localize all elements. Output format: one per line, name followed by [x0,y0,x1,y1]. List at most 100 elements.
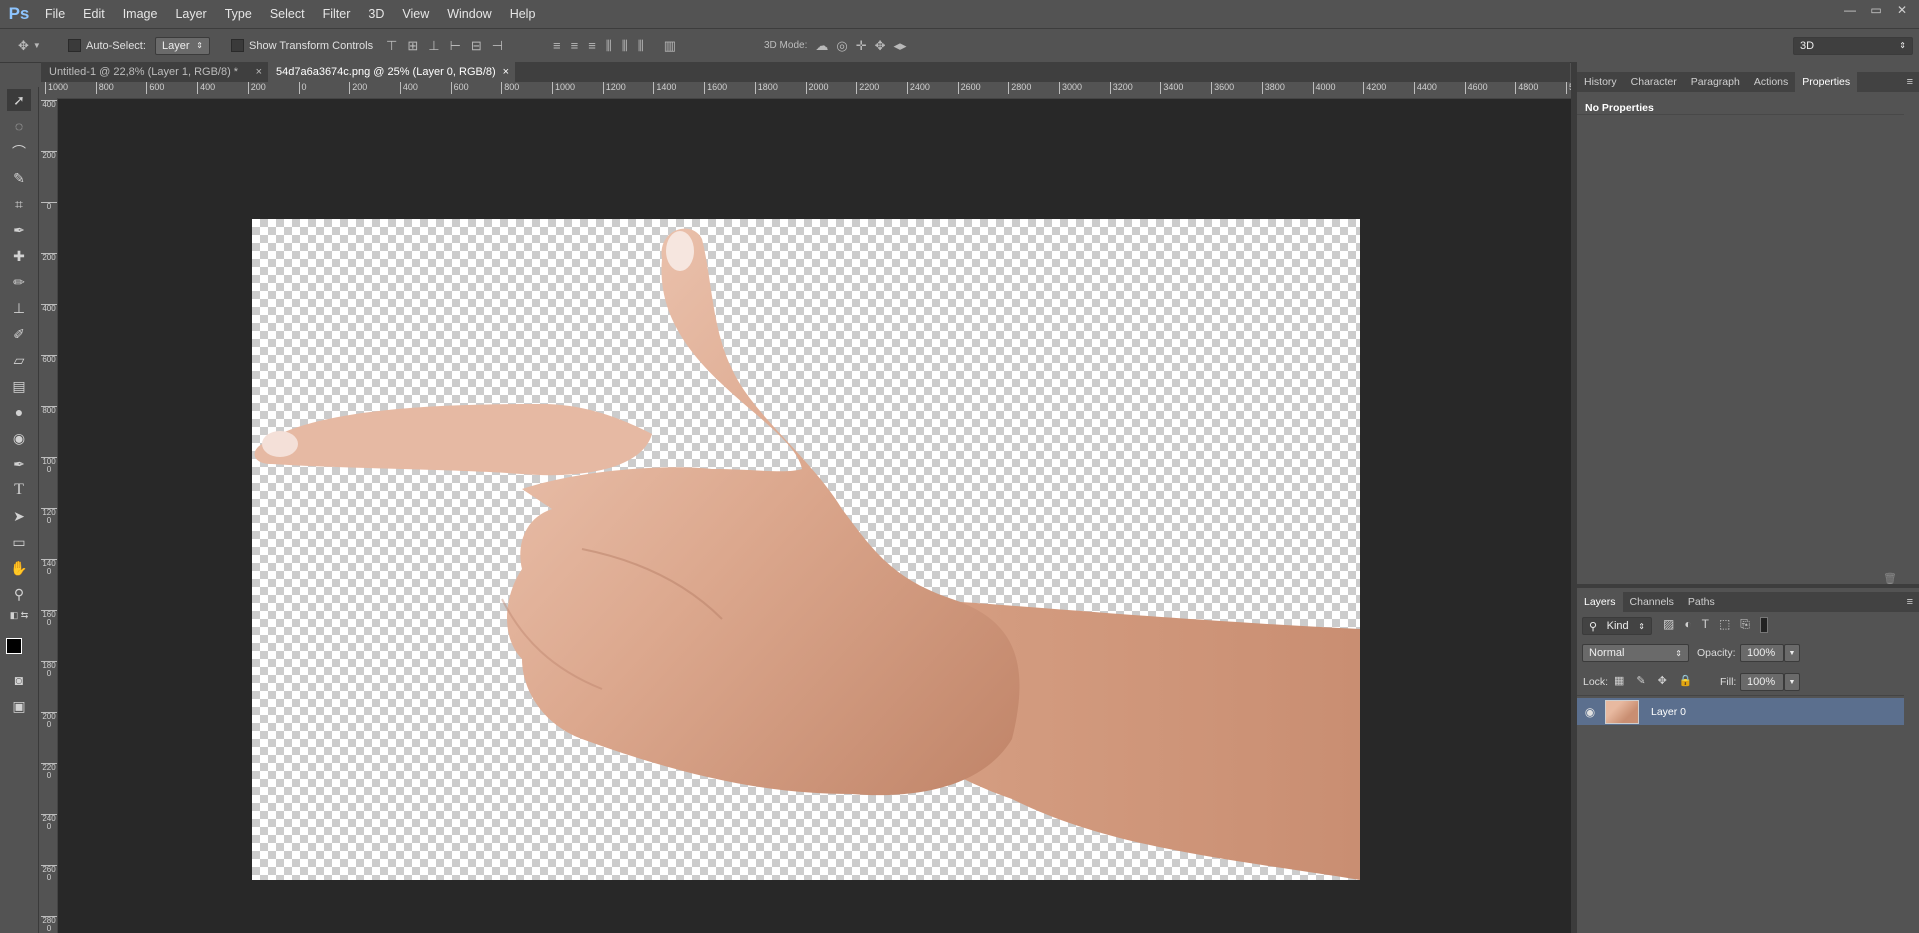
align-hcenter-icon[interactable]: ⊟ [471,38,482,54]
screen-mode-icon[interactable]: ▣ [7,695,31,717]
fill-slider-toggle[interactable]: ▼ [1784,673,1800,691]
auto-select-checkbox[interactable] [68,39,81,52]
horizontal-ruler[interactable]: 1000 800 600 400 200 0 200 400 600 800 1000 1200 140… [41,82,1571,99]
crop-tool-icon[interactable]: ⌗ [7,193,31,215]
menu-file[interactable]: File [36,0,74,28]
distribute-vcenter-icon[interactable]: ≡ [571,38,579,53]
dodge-tool-icon[interactable]: ◉ [7,427,31,449]
path-selection-tool-icon[interactable]: ➤ [7,505,31,527]
history-brush-tool-icon[interactable]: ✐ [7,323,31,345]
filter-pixel-icon[interactable]: ▨ [1663,617,1674,633]
minimize-button[interactable]: — [1839,2,1861,18]
tab-untitled-1[interactable]: Untitled-1 @ 22,8% (Layer 1, RGB/8) * × [41,62,268,82]
filter-toggle-icon[interactable] [1759,617,1768,633]
show-transform-checkbox[interactable] [231,39,244,52]
hand-tool-icon[interactable]: ✋ [7,557,31,579]
lock-transparent-icon[interactable]: ▦ [1614,674,1624,687]
auto-select-target[interactable]: Layer ⇕ [155,29,210,62]
panel-menu-icon[interactable]: ≡ [1907,76,1913,88]
move-tool-icon[interactable]: ➚ [7,89,31,111]
close-icon[interactable]: × [503,62,509,82]
healing-brush-tool-icon[interactable]: ✚ [7,245,31,267]
fill-field[interactable]: 100% [1740,673,1784,691]
eraser-tool-icon[interactable]: ▱ [7,349,31,371]
tab-paragraph[interactable]: Paragraph [1684,72,1747,92]
lasso-tool-icon[interactable]: ⌒ [7,141,31,163]
zoom-tool-icon[interactable]: ⚲ [7,583,31,605]
menu-layer[interactable]: Layer [166,0,215,28]
vertical-ruler[interactable]: 400 200 0 200 400 600 800 1000 1200 1400 1600 1800 2… [41,98,58,933]
workspace-dropdown[interactable]: 3D ⇕ [1793,36,1913,55]
opacity-field[interactable]: 100% [1740,644,1784,662]
tab-history[interactable]: History [1577,72,1624,92]
document-canvas[interactable] [252,219,1360,880]
distribute-left-icon[interactable]: ⫼ [606,38,612,54]
align-bottom-icon[interactable]: ⊥ [428,38,439,54]
menu-window[interactable]: Window [438,0,500,28]
lock-all-icon[interactable]: 🔒 [1679,674,1693,687]
foreground-color-swatch[interactable] [6,638,22,654]
marquee-tool-icon[interactable]: ◌ [7,115,31,137]
close-icon[interactable]: × [256,62,262,82]
menu-3d[interactable]: 3D [359,0,393,28]
menu-edit[interactable]: Edit [74,0,114,28]
slide-3d-icon[interactable]: ✥ [875,38,886,54]
menu-image[interactable]: Image [114,0,167,28]
tab-properties[interactable]: Properties [1795,72,1858,92]
filter-adjustment-icon[interactable]: ◐ [1684,617,1691,633]
menu-type[interactable]: Type [216,0,261,28]
tab-actions[interactable]: Actions [1747,72,1795,92]
distribute-top-icon[interactable]: ≡ [553,38,561,53]
align-top-icon[interactable]: ⊤ [386,38,397,54]
quick-select-tool-icon[interactable]: ✎ [7,167,31,189]
blend-mode-dropdown[interactable]: Normal ⇕ [1582,644,1689,662]
close-button[interactable]: ✕ [1891,2,1913,18]
distribute-bottom-icon[interactable]: ≡ [588,38,596,53]
tab-character[interactable]: Character [1624,72,1684,92]
lock-position-icon[interactable]: ✥ [1658,674,1667,687]
distribute-hcenter-icon[interactable]: ⫼ [622,38,628,54]
workspace-switcher[interactable]: 3D ⇕ [1793,29,1913,62]
auto-select-option[interactable]: Auto-Select: [68,29,146,62]
scale-3d-icon[interactable]: ◂▸ [894,38,907,54]
blur-tool-icon[interactable]: ● [7,401,31,423]
lock-pixels-icon[interactable]: ✎ [1636,674,1645,687]
swap-colors-icon[interactable]: ◧ ⇆ [7,609,31,621]
distribute-right-icon[interactable]: ⫼ [638,38,644,54]
menu-view[interactable]: View [393,0,438,28]
brush-tool-icon[interactable]: ✏ [7,271,31,293]
pen-tool-icon[interactable]: ✒ [7,453,31,475]
gradient-tool-icon[interactable]: ▤ [7,375,31,397]
restore-button[interactable]: ▭ [1865,2,1887,18]
tab-channels[interactable]: Channels [1623,592,1681,612]
align-vcenter-icon[interactable]: ⊞ [407,38,418,54]
roll-3d-icon[interactable]: ◎ [836,38,847,54]
tab-active-document[interactable]: 54d7a6a3674c.png @ 25% (Layer 0, RGB/8) … [268,62,515,82]
menu-help[interactable]: Help [501,0,545,28]
menu-select[interactable]: Select [261,0,314,28]
quick-mask-icon[interactable]: ◙ [7,669,31,691]
layer-filter-dropdown[interactable]: ⚲ Kind ⇕ [1582,617,1652,635]
tab-paths[interactable]: Paths [1681,592,1722,612]
layer-row[interactable]: ◉ Layer 0 [1577,698,1904,725]
auto-align-icon[interactable]: ▥ [664,38,676,54]
eye-icon[interactable]: ◉ [1577,705,1603,719]
opacity-slider-toggle[interactable]: ▼ [1784,644,1800,662]
rectangle-tool-icon[interactable]: ▭ [7,531,31,553]
align-left-icon[interactable]: ⊢ [450,38,461,54]
clone-stamp-tool-icon[interactable]: ⊥ [7,297,31,319]
drag-3d-icon[interactable]: ✛ [856,38,867,54]
filter-shape-icon[interactable]: ⬚ [1719,617,1730,633]
filter-type-icon[interactable]: T [1702,617,1709,633]
eyedropper-tool-icon[interactable]: ✒ [7,219,31,241]
auto-select-dropdown[interactable]: Layer ⇕ [155,36,210,55]
align-right-icon[interactable]: ⊣ [492,38,503,54]
tab-layers[interactable]: Layers [1577,592,1623,612]
show-transform-option[interactable]: Show Transform Controls [231,29,373,62]
filter-smartobject-icon[interactable]: ⎘ [1740,617,1750,633]
type-tool-icon[interactable]: T [7,479,31,501]
menu-filter[interactable]: Filter [314,0,360,28]
orbit-3d-icon[interactable]: ☁ [815,38,828,54]
panel-menu-icon[interactable]: ≡ [1907,596,1913,608]
move-tool-preset[interactable]: ✥ ▼ [18,29,41,62]
